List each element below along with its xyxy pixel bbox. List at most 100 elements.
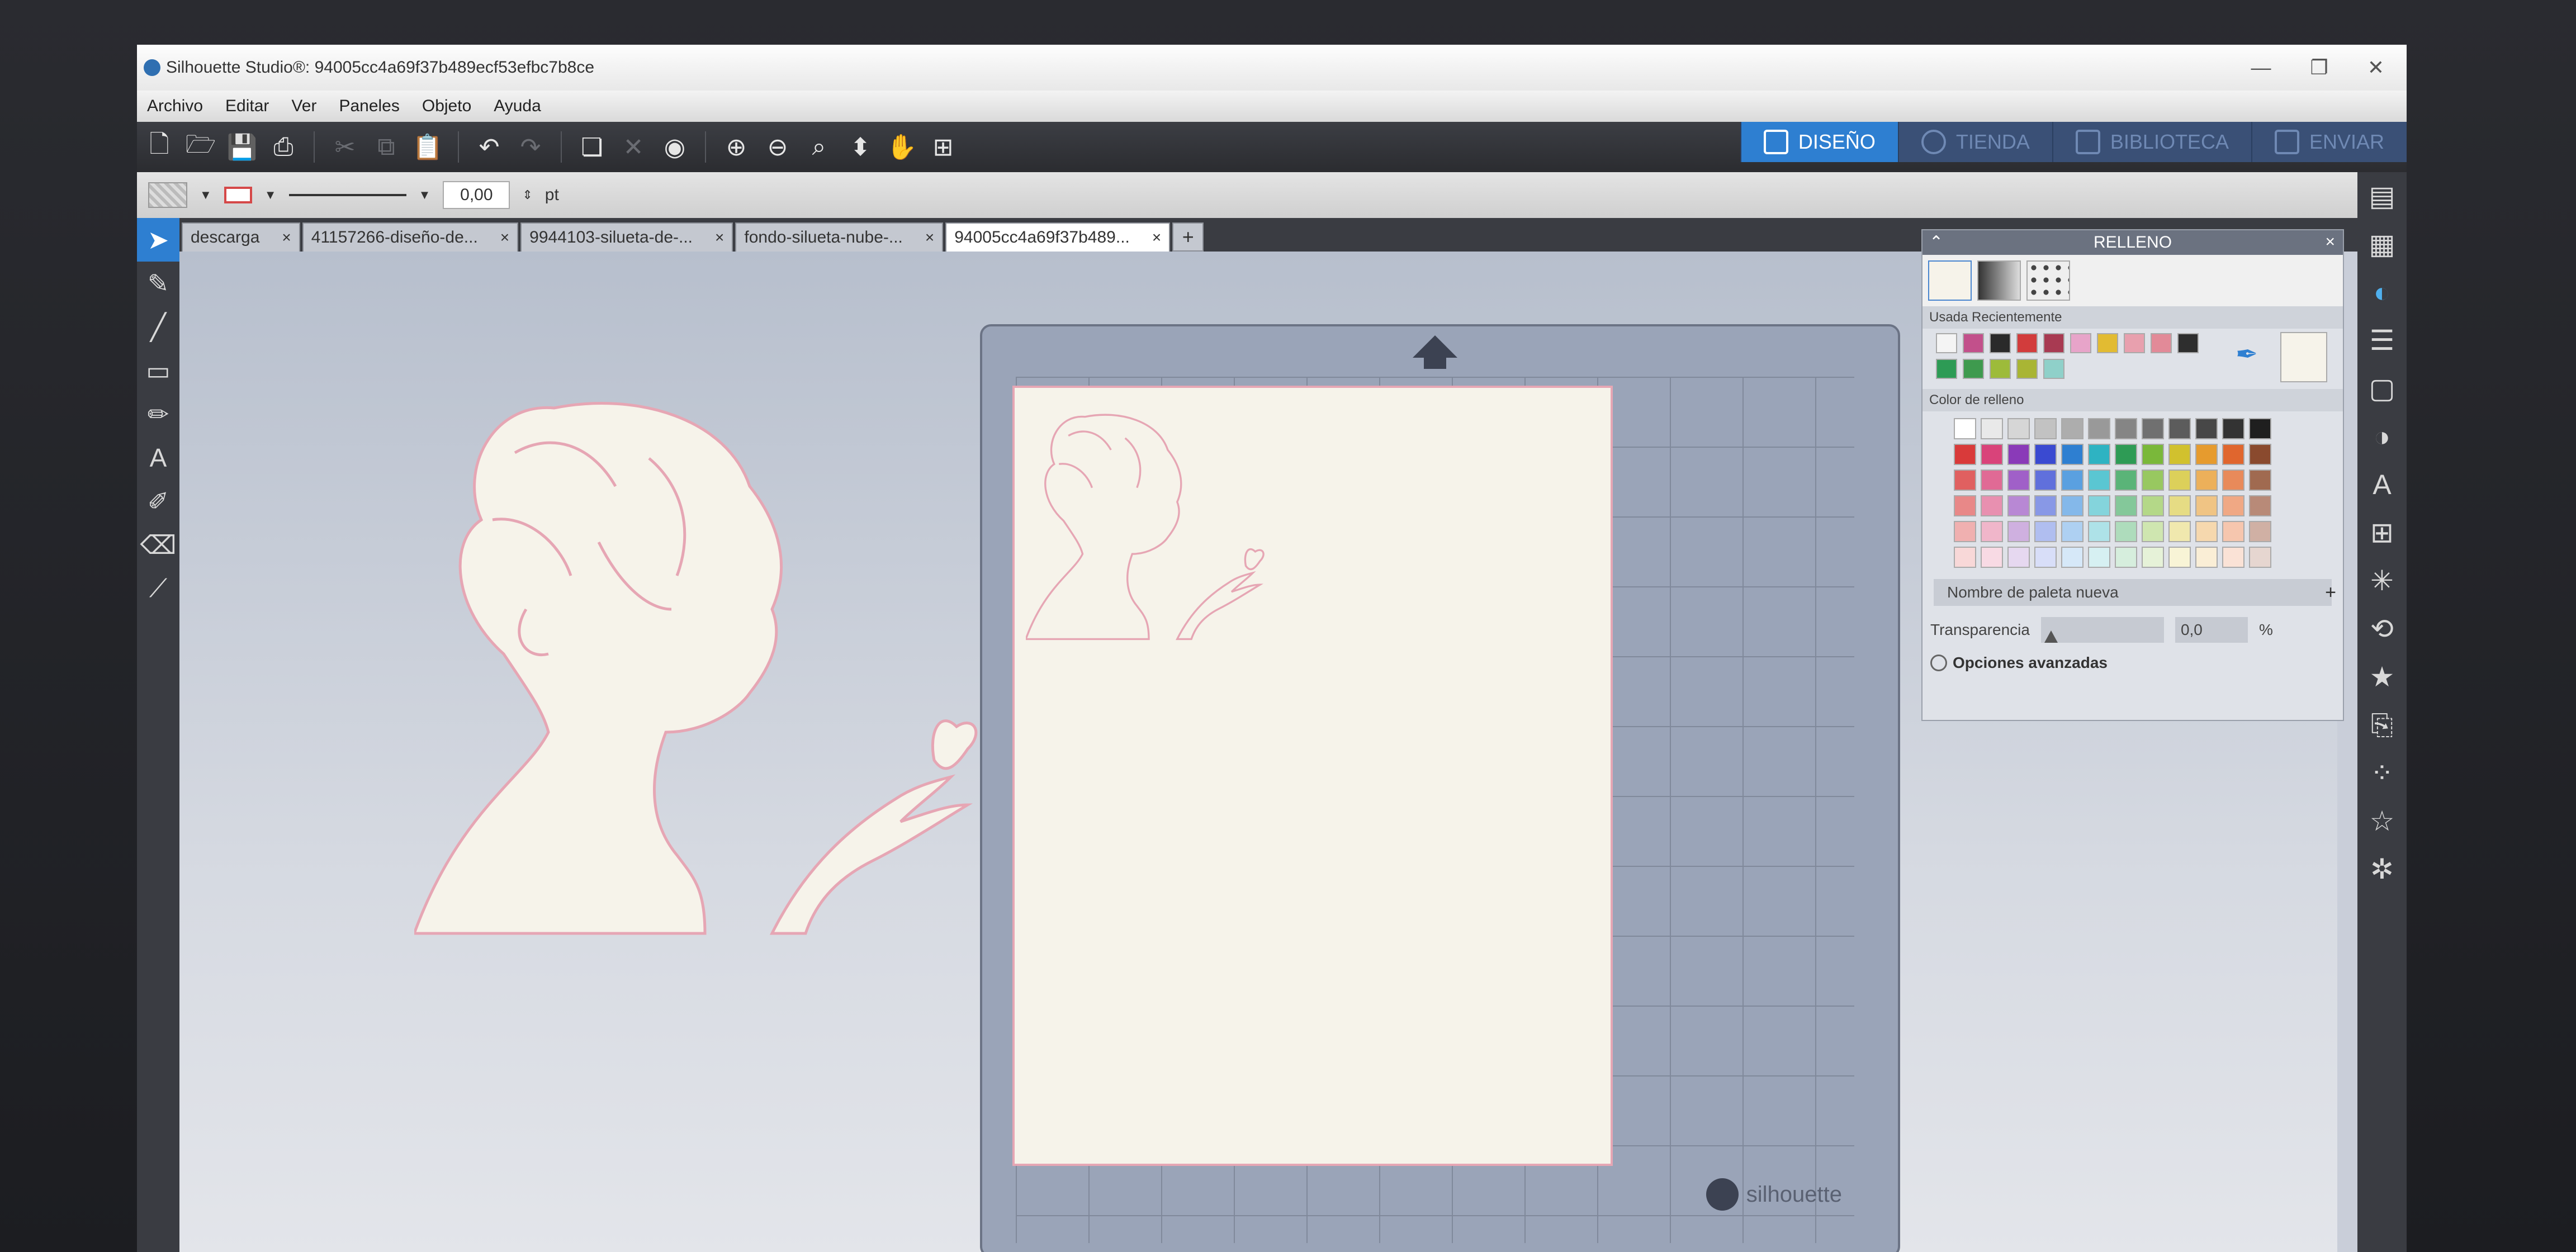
line-tool-icon[interactable]: ╱ bbox=[137, 305, 179, 349]
pattern-fill-button[interactable] bbox=[2026, 260, 2070, 301]
palette-color-swatch[interactable] bbox=[2142, 495, 2164, 516]
palette-color-swatch[interactable] bbox=[1954, 418, 1976, 439]
palette-color-swatch[interactable] bbox=[2007, 495, 2030, 516]
recent-color-swatch[interactable] bbox=[2070, 333, 2091, 353]
palette-color-swatch[interactable] bbox=[1981, 444, 2003, 465]
recent-color-swatch[interactable] bbox=[2043, 359, 2064, 379]
palette-color-swatch[interactable] bbox=[2061, 495, 2083, 516]
pan-hand-icon[interactable]: ✋ bbox=[886, 131, 917, 163]
fit-page-icon[interactable]: ⊞ bbox=[927, 131, 959, 163]
palette-color-swatch[interactable] bbox=[2088, 444, 2110, 465]
recent-color-swatch[interactable] bbox=[1990, 333, 2011, 353]
palette-color-swatch[interactable] bbox=[2115, 470, 2137, 491]
palette-color-swatch[interactable] bbox=[2061, 470, 2083, 491]
palette-color-swatch[interactable] bbox=[1981, 547, 2003, 568]
transform-icon[interactable]: ⟲ bbox=[2357, 605, 2407, 653]
palette-color-swatch[interactable] bbox=[2115, 418, 2137, 439]
palette-color-swatch[interactable] bbox=[1981, 495, 2003, 516]
woman-silhouette-large[interactable] bbox=[414, 374, 996, 939]
text-tool-icon[interactable]: A bbox=[137, 436, 179, 480]
zoom-out-icon[interactable]: ⊖ bbox=[762, 131, 793, 163]
palette-color-swatch[interactable] bbox=[2115, 444, 2137, 465]
palette-color-swatch[interactable] bbox=[2061, 547, 2083, 568]
redo-icon[interactable]: ↷ bbox=[515, 131, 546, 163]
tab-biblioteca[interactable]: BIBLIOTECA bbox=[2052, 122, 2251, 162]
text-style-icon[interactable]: A bbox=[2357, 461, 2407, 509]
palette-color-swatch[interactable] bbox=[2115, 521, 2137, 542]
close-icon[interactable]: × bbox=[500, 229, 509, 246]
palette-color-swatch[interactable] bbox=[2168, 495, 2191, 516]
palette-color-swatch[interactable] bbox=[2195, 418, 2218, 439]
palette-color-swatch[interactable] bbox=[2088, 470, 2110, 491]
gradient-fill-button[interactable] bbox=[1977, 260, 2021, 301]
line-color-icon[interactable]: ☰ bbox=[2357, 316, 2407, 364]
move-down-icon[interactable]: ⬍ bbox=[845, 131, 876, 163]
palette-color-swatch[interactable] bbox=[2195, 444, 2218, 465]
eyedropper-icon[interactable]: ✒ bbox=[2236, 339, 2258, 370]
close-icon[interactable]: × bbox=[925, 229, 934, 246]
edit-points-icon[interactable]: ✎ bbox=[137, 262, 179, 305]
undo-icon[interactable]: ↶ bbox=[473, 131, 505, 163]
line-width-input[interactable]: 0,00 bbox=[443, 181, 510, 209]
palette-color-swatch[interactable] bbox=[2115, 547, 2137, 568]
copy-icon[interactable]: ⧉ bbox=[371, 131, 402, 163]
palette-color-swatch[interactable] bbox=[2034, 418, 2057, 439]
palette-color-swatch[interactable] bbox=[2168, 547, 2191, 568]
palette-color-swatch[interactable] bbox=[2034, 444, 2057, 465]
palette-color-swatch[interactable] bbox=[2222, 495, 2244, 516]
chevron-down-icon[interactable]: ▼ bbox=[200, 188, 212, 202]
grid-settings-icon[interactable]: ▦ bbox=[2357, 220, 2407, 268]
recent-color-swatch[interactable] bbox=[2151, 333, 2172, 353]
cut-icon[interactable]: ✂ bbox=[329, 131, 361, 163]
paste-icon[interactable]: 📋 bbox=[412, 131, 443, 163]
tab-enviar[interactable]: ENVIAR bbox=[2251, 122, 2407, 162]
doc-tab[interactable]: 9944103-silueta-de-... × bbox=[520, 222, 733, 252]
line-style-selector[interactable] bbox=[288, 194, 406, 196]
recent-color-swatch[interactable] bbox=[2124, 333, 2145, 353]
align-icon[interactable]: ⊞ bbox=[2357, 509, 2407, 557]
trace-icon[interactable]: ◉ bbox=[659, 131, 690, 163]
palette-color-swatch[interactable] bbox=[2168, 470, 2191, 491]
close-icon[interactable]: × bbox=[282, 229, 291, 246]
cutting-mat[interactable]: silhouette bbox=[980, 324, 1900, 1252]
minimize-button[interactable]: — bbox=[2251, 56, 2271, 79]
palette-color-swatch[interactable] bbox=[2061, 521, 2083, 542]
palette-color-swatch[interactable] bbox=[2195, 521, 2218, 542]
palette-color-swatch[interactable] bbox=[1954, 547, 1976, 568]
transparency-slider[interactable] bbox=[2040, 617, 2164, 643]
palette-color-swatch[interactable] bbox=[2007, 470, 2030, 491]
rectangle-tool-icon[interactable]: ▭ bbox=[137, 349, 179, 392]
palette-color-swatch[interactable] bbox=[2195, 470, 2218, 491]
library-panel-icon[interactable]: ☆ bbox=[2357, 797, 2407, 845]
palette-color-swatch[interactable] bbox=[1954, 470, 1976, 491]
select-arrow-icon[interactable]: ➤ bbox=[137, 218, 179, 262]
print-icon[interactable]: ⎙ bbox=[268, 131, 299, 163]
slider-handle[interactable] bbox=[2044, 630, 2058, 643]
palette-color-swatch[interactable] bbox=[2222, 444, 2244, 465]
menu-ver[interactable]: Ver bbox=[291, 97, 316, 116]
recent-color-swatch[interactable] bbox=[2016, 333, 2038, 353]
palette-color-swatch[interactable] bbox=[2034, 470, 2057, 491]
palette-color-swatch[interactable] bbox=[2061, 444, 2083, 465]
eraser-tool-icon[interactable]: ⌫ bbox=[137, 523, 179, 567]
palette-color-swatch[interactable] bbox=[2034, 547, 2057, 568]
menu-ayuda[interactable]: Ayuda bbox=[494, 97, 541, 116]
palette-color-swatch[interactable] bbox=[2222, 470, 2244, 491]
palette-color-swatch[interactable] bbox=[2007, 547, 2030, 568]
menu-objeto[interactable]: Objeto bbox=[422, 97, 471, 116]
palette-color-swatch[interactable] bbox=[2142, 444, 2164, 465]
palette-color-swatch[interactable] bbox=[2088, 547, 2110, 568]
chevron-down-icon[interactable]: ▼ bbox=[419, 188, 431, 202]
palette-name-field[interactable]: Nombre de paleta nueva + bbox=[1934, 579, 2336, 606]
palette-color-swatch[interactable] bbox=[2034, 521, 2057, 542]
delete-icon[interactable]: ✕ bbox=[618, 131, 649, 163]
media-page[interactable] bbox=[1012, 386, 1613, 1166]
palette-color-swatch[interactable] bbox=[2007, 418, 2030, 439]
palette-color-swatch[interactable] bbox=[2195, 495, 2218, 516]
stepper-icon[interactable]: ⇕ bbox=[522, 188, 532, 202]
palette-color-swatch[interactable] bbox=[2249, 521, 2271, 542]
palette-color-swatch[interactable] bbox=[2088, 418, 2110, 439]
recent-color-swatch[interactable] bbox=[2043, 333, 2064, 353]
send-panel-icon[interactable]: ✲ bbox=[2357, 845, 2407, 893]
palette-color-swatch[interactable] bbox=[2195, 547, 2218, 568]
